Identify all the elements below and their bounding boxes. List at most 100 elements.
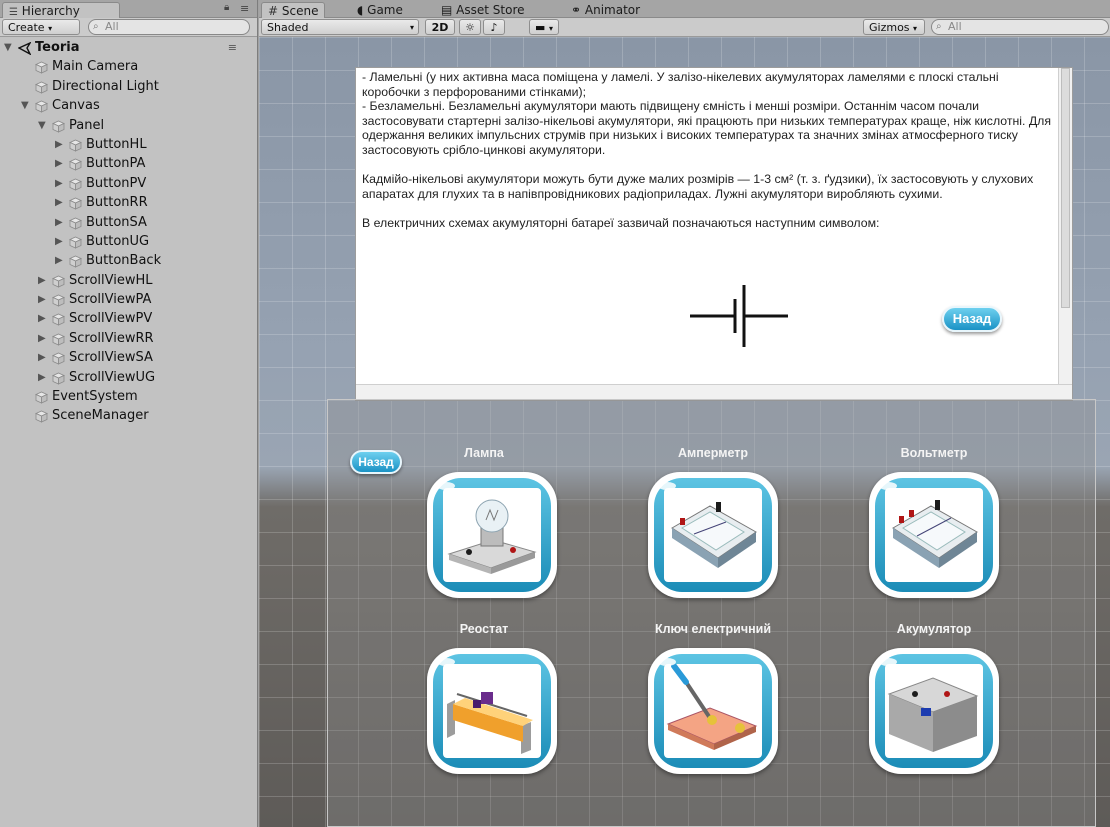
text-back-button[interactable]: Назад xyxy=(942,306,1002,332)
expand-right-icon[interactable]: ▶ xyxy=(55,232,63,251)
expand-right-icon[interactable]: ▶ xyxy=(38,329,46,348)
hierarchy-item[interactable]: ▶ ButtonUG xyxy=(0,232,257,251)
audio-toggle-button[interactable]: ♪ xyxy=(483,19,505,35)
gameobject-cube-icon xyxy=(69,197,82,210)
hierarchy-item-label: Teoria xyxy=(35,40,80,55)
hierarchy-item[interactable]: Main Camera xyxy=(0,57,257,76)
expand-right-icon[interactable]: ▶ xyxy=(55,135,63,154)
caption-rheostat: Реостат xyxy=(459,622,509,636)
search-icon: ⌕ xyxy=(93,21,99,32)
create-dropdown[interactable]: Create ▾ xyxy=(2,19,80,35)
scene-tabbar: # Scene ◖ Game ▤ Asset Store ⚭ Animator xyxy=(259,0,1110,19)
expand-right-icon[interactable]: ▶ xyxy=(38,290,46,309)
hierarchy-item[interactable]: ▶ ScrollViewHL xyxy=(0,271,257,290)
menu-icon[interactable]: ≡ xyxy=(240,2,249,15)
hierarchy-item[interactable]: ▶ ButtonBack xyxy=(0,251,257,270)
grid-icon: # xyxy=(268,4,279,18)
hierarchy-item[interactable]: ▶ ScrollViewPV xyxy=(0,309,257,328)
hierarchy-item[interactable]: ▶ ScrollViewSA xyxy=(0,348,257,367)
hierarchy-item-label: ScrollViewPV xyxy=(69,311,153,327)
expand-right-icon[interactable]: ▶ xyxy=(38,348,46,367)
button-battery[interactable] xyxy=(869,648,999,774)
expand-right-icon[interactable]: ▶ xyxy=(38,271,46,290)
tab-hierarchy[interactable]: ☰ Hierarchy xyxy=(2,2,120,19)
hierarchy-item[interactable]: ▶ ScrollViewPA xyxy=(0,290,257,309)
expand-right-icon[interactable]: ▶ xyxy=(38,309,46,328)
list-icon: ☰ xyxy=(9,7,18,18)
hierarchy-item[interactable]: ▶ ButtonHL xyxy=(0,135,257,154)
expand-right-icon[interactable]: ▶ xyxy=(38,368,46,387)
hierarchy-item[interactable]: SceneManager xyxy=(0,406,257,425)
gameobject-cube-icon xyxy=(35,391,48,404)
tab-animator[interactable]: ⚭ Animator xyxy=(565,2,646,19)
lock-icon[interactable]: 🔒︎ xyxy=(224,2,229,13)
2d-toggle-button[interactable]: 2D xyxy=(425,19,455,35)
horizontal-scrollbar[interactable] xyxy=(356,384,1072,400)
tab-game-label: Game xyxy=(367,3,403,17)
voltmeter-icon xyxy=(892,500,978,568)
gameobject-cube-icon xyxy=(52,352,65,365)
gameobject-cube-icon xyxy=(35,81,48,94)
hierarchy-item[interactable]: ▶ ButtonPA xyxy=(0,154,257,173)
tab-game[interactable]: ◖ Game xyxy=(351,2,409,19)
hierarchy-item-label: EventSystem xyxy=(52,389,138,405)
hierarchy-item[interactable]: ▶ ButtonPV xyxy=(0,174,257,193)
expand-right-icon[interactable]: ▶ xyxy=(55,251,63,270)
theory-paragraph-3: В електричних схемах акумуляторні батаре… xyxy=(362,215,880,230)
button-lamp[interactable] xyxy=(427,472,557,598)
hierarchy-item[interactable]: ▶ ScrollViewUG xyxy=(0,368,257,387)
button-rheostat[interactable] xyxy=(427,648,557,774)
hierarchy-item-label: ScrollViewRR xyxy=(69,330,154,346)
theory-paragraph-2: Кадмійо-нікельові акумулятори можуть бут… xyxy=(362,172,1034,201)
scene-viewport[interactable]: - Ламельні (у них активна маса поміщена … xyxy=(259,37,1110,827)
button-ammeter[interactable] xyxy=(648,472,778,598)
scene-search-input[interactable]: ⌕ All xyxy=(931,19,1109,35)
gameobject-cube-icon xyxy=(52,275,65,288)
button-electric-switch[interactable] xyxy=(648,648,778,774)
hierarchy-item[interactable]: ▼ Panel xyxy=(0,116,257,135)
battery-icon xyxy=(887,677,979,752)
tab-scene[interactable]: # Scene xyxy=(261,2,326,19)
hierarchy-item[interactable]: ▼ Canvas xyxy=(0,96,257,115)
sun-icon: ☼ xyxy=(465,21,475,34)
vertical-scrollbar[interactable] xyxy=(1058,68,1072,398)
theory-scroll-view[interactable]: - Ламельні (у них активна маса поміщена … xyxy=(355,67,1073,401)
expand-right-icon[interactable]: ▶ xyxy=(55,174,63,193)
scene-menu-icon[interactable]: ≡ xyxy=(228,38,237,57)
effects-dropdown[interactable]: ▬ ▾ xyxy=(529,19,559,35)
vertical-scrollbar-thumb[interactable] xyxy=(1061,68,1070,308)
tab-asset-store[interactable]: ▤ Asset Store xyxy=(435,2,531,19)
hierarchy-item[interactable]: ▶ ButtonRR xyxy=(0,193,257,212)
expand-right-icon[interactable]: ▶ xyxy=(55,154,63,173)
hierarchy-item[interactable]: ▶ ScrollViewRR xyxy=(0,329,257,348)
unity-scene-icon xyxy=(18,42,31,55)
expand-right-icon[interactable]: ▶ xyxy=(55,213,63,232)
chevron-down-icon: ▾ xyxy=(48,24,53,33)
hierarchy-tree: ▼ Teoria ≡ Main Camera Directional Light ▼ Can… xyxy=(0,38,257,426)
theory-paragraph-1: - Ламельні (у них активна маса поміщена … xyxy=(362,70,1051,157)
rheostat-icon xyxy=(447,692,533,754)
chevron-down-icon: ▾ xyxy=(913,24,918,33)
gizmos-dropdown[interactable]: Gizmos ▾ xyxy=(863,19,925,35)
theory-text: - Ламельні (у них активна маса поміщена … xyxy=(362,70,1052,245)
expand-down-icon[interactable]: ▼ xyxy=(21,96,29,115)
hierarchy-item[interactable]: ▼ Teoria ≡ xyxy=(0,38,257,57)
hierarchy-tabbar: ☰ Hierarchy 🔒︎ ≡ xyxy=(0,0,257,19)
store-icon: ▤ xyxy=(441,3,453,17)
button-voltmeter[interactable] xyxy=(869,472,999,598)
text-back-label: Назад xyxy=(952,311,992,326)
expand-down-icon[interactable]: ▼ xyxy=(38,116,46,135)
battery-symbol-icon xyxy=(690,285,788,347)
hierarchy-item-label: Main Camera xyxy=(52,59,139,75)
hierarchy-item-label: Panel xyxy=(69,117,105,133)
hierarchy-search-input[interactable]: ⌕ All xyxy=(88,19,250,35)
lighting-toggle-button[interactable]: ☼ xyxy=(459,19,481,35)
shading-mode-dropdown[interactable]: Shaded ▾ xyxy=(261,19,419,35)
hierarchy-item[interactable]: EventSystem xyxy=(0,387,257,406)
expand-right-icon[interactable]: ▶ xyxy=(55,193,63,212)
hierarchy-item[interactable]: ▶ ButtonSA xyxy=(0,213,257,232)
gameobject-cube-icon xyxy=(69,236,82,249)
hierarchy-item[interactable]: Directional Light xyxy=(0,77,257,96)
gameobject-cube-icon xyxy=(52,294,65,307)
expand-down-icon[interactable]: ▼ xyxy=(4,38,12,57)
